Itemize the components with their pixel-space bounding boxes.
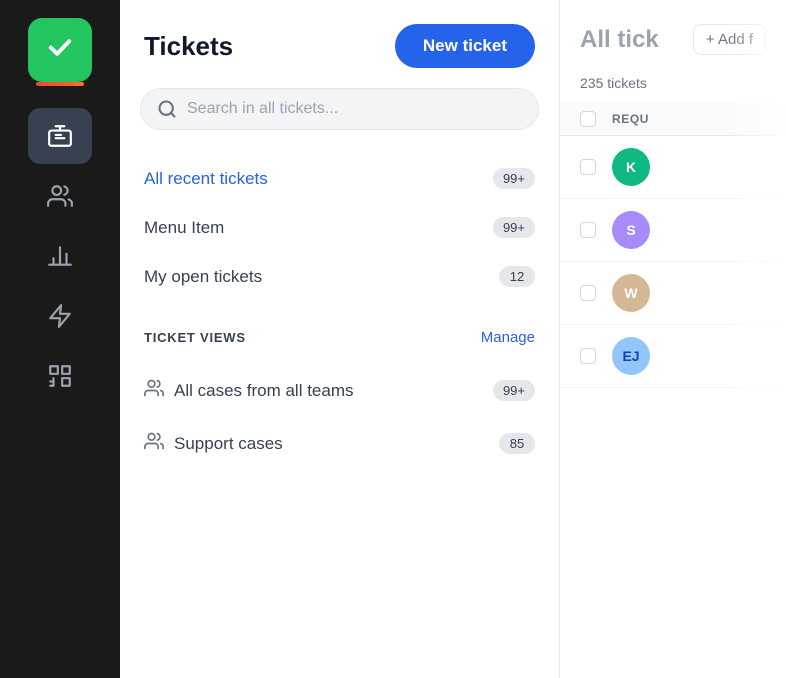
team-icon xyxy=(144,378,164,403)
search-input[interactable] xyxy=(187,100,522,118)
avatar: K xyxy=(612,148,650,186)
rail-nav xyxy=(0,100,120,412)
table-row: EJ xyxy=(560,325,786,388)
avatar: EJ xyxy=(612,337,650,375)
requester-column-header: REQU xyxy=(612,112,649,126)
row-checkbox[interactable] xyxy=(580,285,596,301)
select-all-checkbox[interactable] xyxy=(580,111,596,127)
logo-container xyxy=(0,0,120,100)
manage-link[interactable]: Manage xyxy=(481,329,535,346)
view-item-label: Support cases xyxy=(174,434,283,454)
ticket-views-header: TICKET VIEWS Manage xyxy=(120,309,559,356)
avatar: W xyxy=(612,274,650,312)
nav-item-menu-item[interactable]: Menu Item 99+ xyxy=(120,203,559,252)
nav-item-label: My open tickets xyxy=(144,267,262,287)
view-badge: 85 xyxy=(499,433,535,454)
lightning-icon xyxy=(47,303,73,329)
search-icon xyxy=(157,99,177,119)
sidebar-item-tickets[interactable] xyxy=(28,108,92,164)
nav-badge: 99+ xyxy=(493,217,535,238)
nav-item-my-open[interactable]: My open tickets 12 xyxy=(120,252,559,301)
team-icon xyxy=(144,431,164,456)
apps-icon xyxy=(47,363,73,389)
table-row: W xyxy=(560,262,786,325)
row-checkbox-col xyxy=(580,159,612,175)
search-box xyxy=(140,88,539,130)
panel-title: Tickets xyxy=(144,31,233,62)
users-icon xyxy=(47,183,73,209)
row-checkbox-col xyxy=(580,285,612,301)
ticket-views-list: All cases from all teams 99+ Support cas… xyxy=(120,356,559,478)
sidebar-item-automations[interactable] xyxy=(28,288,92,344)
table-row: K xyxy=(560,136,786,199)
row-checkbox-col xyxy=(580,348,612,364)
main-panel: Tickets New ticket All recent tickets 99… xyxy=(120,0,560,678)
icon-rail xyxy=(0,0,120,678)
logo-checkmark xyxy=(44,31,76,70)
ticket-count: 235 tickets xyxy=(560,75,786,103)
new-ticket-button[interactable]: New ticket xyxy=(395,24,535,68)
view-badge: 99+ xyxy=(493,380,535,401)
view-item-left: Support cases xyxy=(144,431,283,456)
view-item-all-cases[interactable]: All cases from all teams 99+ xyxy=(120,364,559,417)
panel-header: Tickets New ticket xyxy=(120,0,559,88)
right-header: All tick + Add f xyxy=(560,0,786,75)
ticket-views-title: TICKET VIEWS xyxy=(144,330,246,345)
search-container xyxy=(120,88,559,146)
row-checkbox[interactable] xyxy=(580,222,596,238)
table-row: S xyxy=(560,199,786,262)
add-filter-button[interactable]: + Add f xyxy=(693,24,766,55)
avatar: S xyxy=(612,211,650,249)
bar-chart-icon xyxy=(47,243,73,269)
row-checkbox-col xyxy=(580,222,612,238)
sidebar-item-analytics[interactable] xyxy=(28,228,92,284)
view-item-left: All cases from all teams xyxy=(144,378,354,403)
row-checkbox[interactable] xyxy=(580,348,596,364)
sidebar-item-contacts[interactable] xyxy=(28,168,92,224)
right-panel: All tick + Add f 235 tickets REQU K S W xyxy=(560,0,786,678)
nav-item-label: Menu Item xyxy=(144,218,224,238)
nav-item-all-recent[interactable]: All recent tickets 99+ xyxy=(120,154,559,203)
right-panel-title: All tick xyxy=(580,26,659,54)
row-checkbox[interactable] xyxy=(580,159,596,175)
nav-list: All recent tickets 99+ Menu Item 99+ My … xyxy=(120,146,559,309)
nav-badge: 99+ xyxy=(493,168,535,189)
logo xyxy=(28,18,92,82)
table-header: REQU xyxy=(560,103,786,136)
view-item-label: All cases from all teams xyxy=(174,381,354,401)
nav-badge: 12 xyxy=(499,266,535,287)
sidebar-item-apps[interactable] xyxy=(28,348,92,404)
view-item-support-cases[interactable]: Support cases 85 xyxy=(120,417,559,470)
header-checkbox-col xyxy=(580,111,612,127)
nav-item-label: All recent tickets xyxy=(144,169,268,189)
ticket-icon xyxy=(47,123,73,149)
